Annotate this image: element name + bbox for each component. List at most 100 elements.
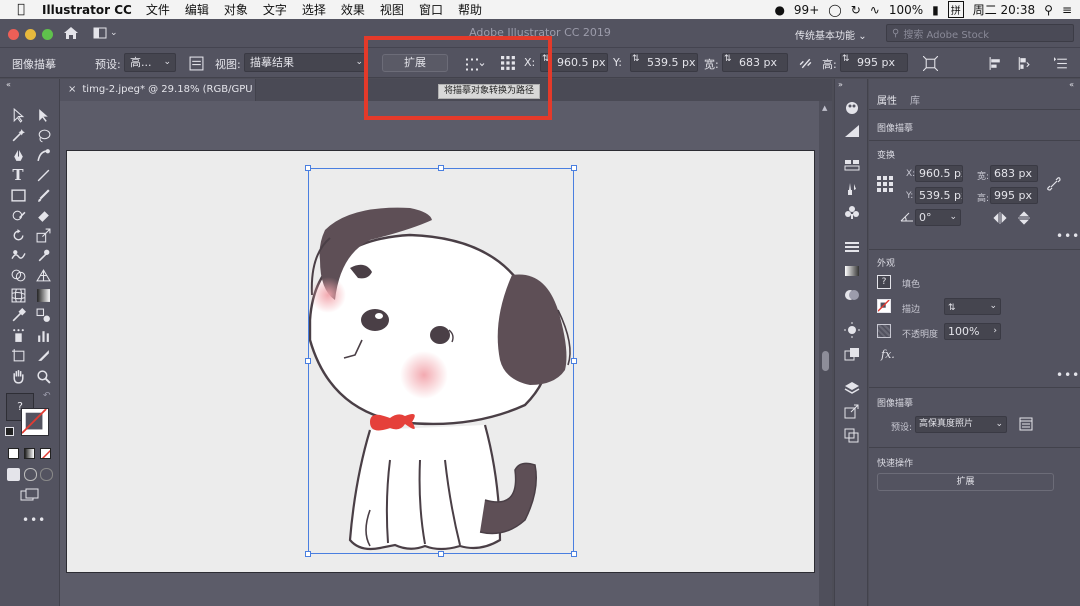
direct-selection-tool-icon[interactable] (34, 106, 52, 124)
spotlight-icon[interactable]: ⚲ (1044, 3, 1053, 17)
handle-top-center[interactable] (438, 165, 444, 171)
scroll-up-icon[interactable]: ▲ (822, 104, 827, 112)
angle-field[interactable]: 0° ⌄ (915, 209, 961, 226)
none-mode-icon[interactable] (40, 448, 51, 459)
apple-icon[interactable]:  (0, 2, 42, 17)
menu-type[interactable]: 文字 (263, 1, 287, 18)
trace-preset-select[interactable]: 高保真度照片 ⌄ (915, 416, 1007, 433)
fill-swatch[interactable]: ? (877, 275, 891, 289)
control-center-icon[interactable]: ≡ (1062, 3, 1072, 17)
tab-properties[interactable]: 属性 (877, 92, 897, 107)
default-colors-icon[interactable] (5, 427, 14, 436)
handle-middle-right[interactable] (571, 358, 577, 364)
scroll-thumb[interactable] (822, 351, 829, 371)
line-tool-icon[interactable] (34, 166, 52, 184)
handle-top-left[interactable] (305, 165, 311, 171)
rectangle-tool-icon[interactable] (9, 186, 27, 204)
menu-effect[interactable]: 效果 (341, 1, 365, 18)
brushes-icon[interactable] (843, 181, 861, 197)
close-tab-icon[interactable]: × (68, 84, 76, 95)
perspective-grid-tool-icon[interactable] (34, 266, 52, 284)
input-method-icon[interactable]: 拼 (947, 1, 964, 18)
stepper-icon[interactable]: ⇅ (842, 54, 850, 64)
stepper-icon[interactable]: ⇅ (724, 54, 732, 64)
appearance-icon[interactable] (843, 322, 861, 338)
menu-edit[interactable]: 编辑 (185, 1, 209, 18)
graphic-styles-icon[interactable] (843, 346, 861, 362)
link-proportions-icon[interactable] (1047, 177, 1061, 191)
screen-mode-icon[interactable] (20, 488, 40, 502)
hand-tool-icon[interactable] (9, 367, 27, 385)
zoom-tool-icon[interactable] (34, 367, 52, 385)
stroke-panel-icon[interactable] (843, 239, 861, 255)
transparency-icon[interactable] (843, 287, 861, 303)
workspace-switcher[interactable]: 传统基本功能 ⌄ (795, 27, 867, 42)
battery-icon[interactable]: ▮ (932, 3, 939, 17)
paintbrush-tool-icon[interactable] (34, 186, 52, 204)
color-guide-icon[interactable] (843, 99, 861, 115)
collapse-icon[interactable]: » (838, 80, 843, 89)
symbols-icon[interactable] (843, 204, 861, 220)
width-field[interactable]: 683 px (990, 165, 1038, 182)
creative-cloud-icon[interactable]: ◯ (828, 3, 841, 17)
selection-bounding-box[interactable] (308, 168, 574, 554)
menu-view[interactable]: 视图 (380, 1, 404, 18)
color-panel-icon[interactable] (843, 123, 861, 139)
menu-window[interactable]: 窗口 (419, 1, 443, 18)
lasso-tool-icon[interactable] (34, 126, 52, 144)
draw-behind-icon[interactable] (24, 468, 37, 481)
stroke-weight-field[interactable]: ⇅ ⌄ (944, 298, 1001, 315)
scale-tool-icon[interactable] (34, 226, 52, 244)
swatches-icon[interactable] (843, 157, 861, 173)
handle-middle-left[interactable] (305, 358, 311, 364)
export-icon[interactable] (843, 404, 861, 420)
handle-top-right[interactable] (571, 165, 577, 171)
draw-inside-icon[interactable] (40, 468, 53, 481)
magic-wand-tool-icon[interactable] (9, 126, 27, 144)
gradient-panel-icon[interactable] (843, 263, 861, 279)
color-mode-icon[interactable] (8, 448, 19, 459)
slice-tool-icon[interactable] (34, 346, 52, 364)
rotate-tool-icon[interactable] (9, 226, 27, 244)
control-panel-name[interactable]: 图像描摹 (12, 56, 56, 72)
menu-select[interactable]: 选择 (302, 1, 326, 18)
quick-expand-button[interactable]: 扩展 (877, 473, 1054, 491)
stroke-swatch[interactable] (877, 299, 891, 313)
collapse-icon[interactable]: « (6, 80, 11, 89)
menu-object[interactable]: 对象 (224, 1, 248, 18)
preset-select[interactable]: 高... ⌄ (124, 53, 176, 72)
eraser-tool-icon[interactable] (34, 206, 52, 224)
tab-libraries[interactable]: 库 (910, 92, 920, 107)
handle-bottom-right[interactable] (571, 551, 577, 557)
selection-tool-icon[interactable] (9, 106, 27, 124)
column-graph-tool-icon[interactable] (34, 326, 52, 344)
edit-toolbar-icon[interactable]: ••• (22, 513, 46, 527)
draw-normal-icon[interactable] (7, 468, 20, 481)
stepper-icon[interactable]: ⇅ (632, 54, 640, 64)
handle-bottom-center[interactable] (438, 551, 444, 557)
trace-panel-icon[interactable] (187, 54, 205, 72)
app-menu[interactable]: Illustrator CC (42, 3, 132, 17)
opacity-field[interactable]: 100% › (944, 323, 1001, 340)
pen-tool-icon[interactable] (9, 146, 27, 164)
align-icon[interactable] (986, 54, 1004, 72)
type-tool-icon[interactable]: T (9, 166, 27, 184)
view-select[interactable]: 描摹结果 ⌄ (244, 53, 368, 72)
constrain-proportions-icon[interactable] (796, 54, 814, 72)
blend-tool-icon[interactable] (34, 306, 52, 324)
reference-point-icon[interactable] (877, 176, 893, 192)
symbol-sprayer-tool-icon[interactable] (9, 326, 27, 344)
warp-tool-icon[interactable] (9, 246, 27, 264)
wifi-icon[interactable]: ∿ (870, 3, 880, 17)
clock[interactable]: 周二 20:38 (973, 1, 1035, 18)
artboards-icon[interactable] (843, 427, 861, 443)
layers-icon[interactable] (843, 380, 861, 396)
handle-bottom-left[interactable] (305, 551, 311, 557)
sync-icon[interactable]: ↻ (851, 3, 861, 17)
flip-vertical-icon[interactable] (1018, 211, 1030, 225)
height-field[interactable]: 995 px (990, 187, 1038, 204)
x-field[interactable]: 960.5 px (915, 165, 963, 182)
vertical-scrollbar[interactable] (819, 101, 832, 606)
transform-icon[interactable] (921, 54, 939, 72)
eyedropper-tool-icon[interactable] (9, 306, 27, 324)
